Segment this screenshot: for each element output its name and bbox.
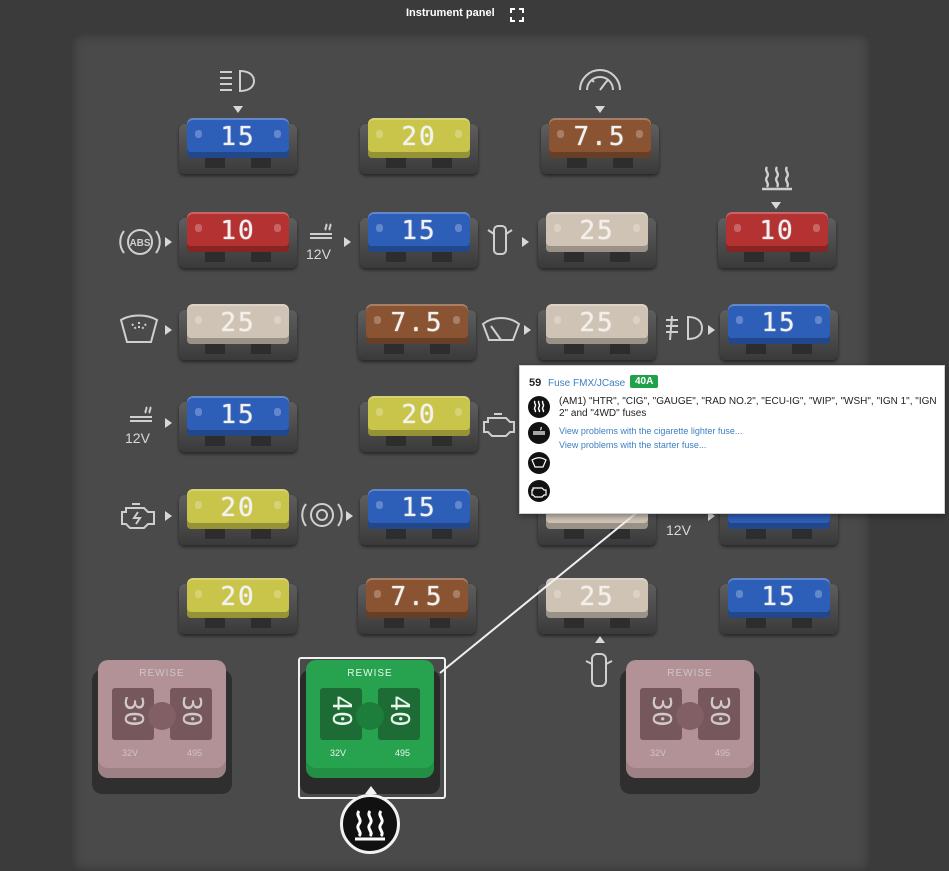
amperage-badge: 40A [630,375,659,388]
selection-frame [298,657,446,799]
fuse-r6c2[interactable]: 7.5 [358,578,476,636]
12v-label: 12V [125,430,150,446]
wiper-icon [528,452,550,474]
fuse-r3c4[interactable]: 15 [720,304,838,362]
fuse-r6c1[interactable]: 20 [179,578,297,636]
fuse-description: (AM1) "HTR", "CIG", "GAUGE", "RAD NO.2",… [559,396,937,419]
fullscreen-icon[interactable] [510,8,524,22]
brake-system-icon [300,498,344,532]
fuse-r6c4[interactable]: 15 [720,578,838,636]
fuse-info-popup: 59 Fuse FMX/JCase 40A (AM1) "HTR", "CIG"… [519,365,945,514]
abs-icon: ABS [118,225,162,259]
fuse-r2c3[interactable]: 25 [538,212,656,270]
cigarette-lighter-icon [308,220,334,242]
12v-label: 12V [666,522,691,538]
page-title: Instrument panel [406,7,495,19]
starter-link[interactable]: View problems with the starter fuse... [559,440,706,450]
cigarette-lighter-icon [128,403,154,425]
fuse-r4c2[interactable]: 20 [360,396,478,454]
fuse-r3c3[interactable]: 25 [538,304,656,362]
headlight-icon [218,68,258,94]
gauge-icon [577,68,623,94]
wiper-icon [480,314,522,344]
fuse-r3c1[interactable]: 25 [179,304,297,362]
top-bar: Instrument panel [0,0,949,30]
heater-icon [760,165,794,191]
cigarette-lighter-link[interactable]: View problems with the cigarette lighter… [559,426,742,436]
svg-text:ABS: ABS [129,238,150,249]
windshield-washer-icon [118,312,160,346]
heater-icon [528,396,550,418]
engine-icon [120,500,158,530]
cigarette-lighter-icon [528,422,550,444]
door-open-icon [485,222,515,258]
fuse-r4c1[interactable]: 15 [179,396,297,454]
heater-icon[interactable] [340,794,400,854]
fuse-r5c1[interactable]: 20 [179,489,297,547]
fuse-r1c2[interactable]: 20 [360,118,478,176]
fuse-r2c4[interactable]: 10 [718,212,836,270]
engine-icon [482,408,518,438]
fuse-r6c3[interactable]: 25 [538,578,656,636]
engine-icon [528,480,550,502]
fuse-r2c1[interactable]: 10 [179,212,297,270]
fog-light-icon [664,314,706,342]
fuse-number: 59 [529,377,542,389]
interior-light-icon [584,650,614,690]
fuse-r1c1[interactable]: 15 [179,118,297,176]
fuse-r1c3[interactable]: 7.5 [541,118,659,176]
fuse-r2c2[interactable]: 15 [360,212,478,270]
fuse-type[interactable]: Fuse FMX/JCase [548,378,625,389]
maxi-fuse-left[interactable]: REWISE 30 30 32V 495 [92,660,232,796]
maxi-fuse-right[interactable]: REWISE 30 30 32V 495 [620,660,760,796]
fuse-r3c2[interactable]: 7.5 [358,304,476,362]
fuse-r5c2[interactable]: 15 [360,489,478,547]
12v-label: 12V [306,246,331,262]
